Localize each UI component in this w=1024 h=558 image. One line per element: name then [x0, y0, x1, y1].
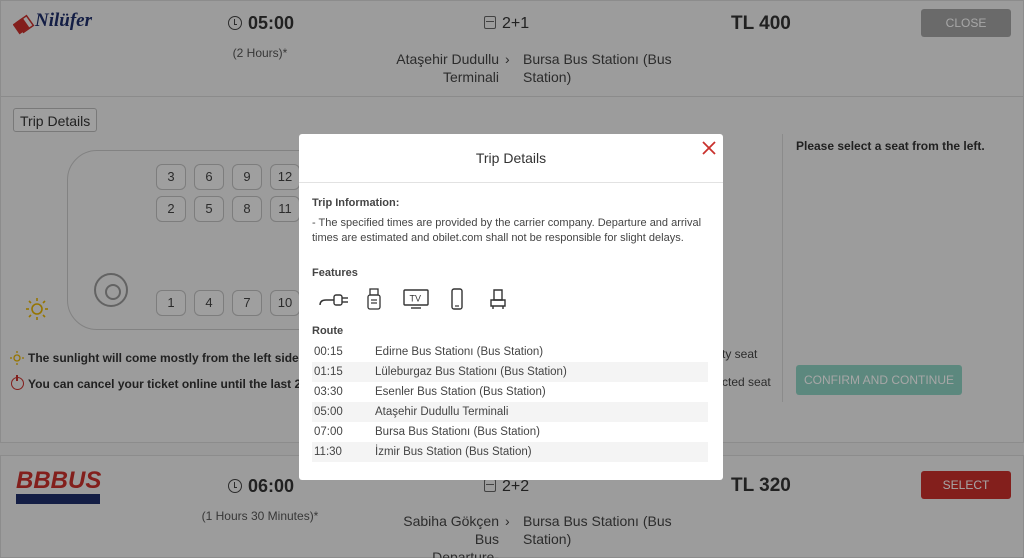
seat-icon	[490, 289, 506, 309]
trip-details-modal: Trip Details Trip Information: - The spe…	[299, 134, 723, 480]
route-stop-row: 01:15 Lüleburgaz Bus Stationı (Bus Stati…	[312, 362, 708, 382]
close-icon[interactable]	[701, 140, 717, 156]
route-stop-row: 05:00 Ataşehir Dudullu Terminali	[312, 402, 708, 422]
route-stop-name: Ataşehir Dudullu Terminali	[375, 406, 509, 418]
route-heading: Route	[312, 325, 344, 337]
route-stop-name: Lüleburgaz Bus Stationı (Bus Station)	[375, 366, 567, 378]
route-stop-row: 03:30 Esenler Bus Station (Bus Station)	[312, 382, 708, 402]
route-stop-name: İzmir Bus Station (Bus Station)	[375, 446, 532, 458]
trip-info-text: - The specified times are provided by th…	[312, 217, 702, 244]
tv-icon-text: TV	[410, 294, 422, 304]
route-stop-time: 01:15	[314, 366, 343, 378]
usb-icon	[367, 288, 381, 310]
modal-divider	[299, 182, 723, 183]
power-outlet-icon	[319, 294, 348, 306]
route-stop-time: 05:00	[314, 406, 343, 418]
modal-title: Trip Details	[475, 150, 547, 166]
route-stop-time: 03:30	[314, 386, 343, 398]
route-stop-time: 11:30	[314, 446, 342, 458]
features-heading: Features	[312, 267, 358, 279]
route-stop-time: 07:00	[314, 426, 343, 438]
route-stop-time: 00:15	[314, 346, 343, 358]
route-stop-row: 00:15 Edirne Bus Stationı (Bus Station)	[312, 342, 708, 362]
route-stop-name: Bursa Bus Stationı (Bus Station)	[375, 426, 540, 438]
route-stop-name: Esenler Bus Station (Bus Station)	[375, 386, 546, 398]
route-stop-row: 11:30 İzmir Bus Station (Bus Station)	[312, 442, 708, 462]
route-stop-row: 07:00 Bursa Bus Stationı (Bus Station)	[312, 422, 708, 442]
route-stop-name: Edirne Bus Stationı (Bus Station)	[375, 346, 544, 358]
phone-icon	[451, 288, 463, 310]
trip-info-heading: Trip Information:	[312, 197, 400, 209]
tv-icon: TV	[403, 289, 429, 309]
